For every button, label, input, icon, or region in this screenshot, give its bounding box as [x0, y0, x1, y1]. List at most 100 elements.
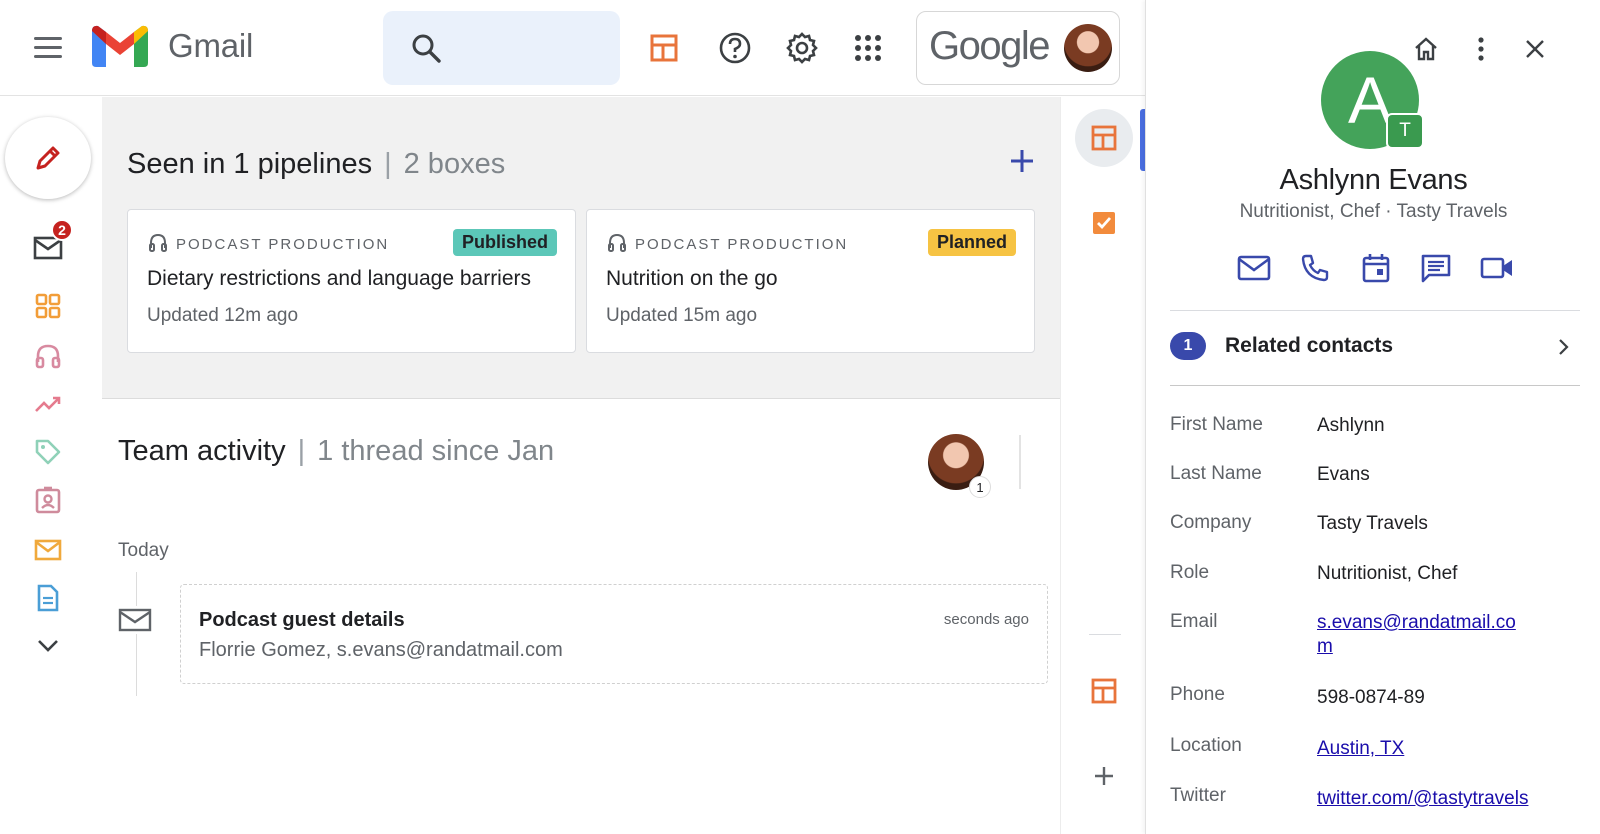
- field-value-location[interactable]: Austin, TX: [1317, 737, 1537, 761]
- pipelines-box-count: 2 boxes: [403, 148, 506, 180]
- account-switcher[interactable]: Google: [916, 11, 1120, 85]
- mail-icon: [118, 606, 152, 634]
- field-value-email[interactable]: s.evans@randatmail.com: [1317, 611, 1527, 659]
- related-contacts-label: Related contacts: [1225, 334, 1394, 357]
- stage-badge: Published: [452, 229, 557, 256]
- home-button[interactable]: [1409, 32, 1443, 66]
- trends-nav[interactable]: [27, 387, 69, 421]
- checkbox-icon: [1093, 212, 1115, 234]
- crm-panel-button[interactable]: [1075, 109, 1133, 167]
- close-panel-button[interactable]: [1518, 32, 1552, 66]
- stage-badge: Planned: [927, 229, 1016, 256]
- apps-grid-icon[interactable]: [847, 27, 889, 69]
- pipelines-title: Seen in 1 pipelines: [127, 148, 373, 180]
- team-member-count: 1: [969, 476, 991, 498]
- pipeline-name: PODCAST PRODUCTION: [176, 236, 390, 253]
- team-activity-title: Team activity: [118, 435, 286, 467]
- message-contact-button[interactable]: [1416, 248, 1456, 288]
- field-value-first-name[interactable]: Ashlynn: [1317, 414, 1537, 438]
- field-label-first-name: First Name: [1170, 414, 1263, 435]
- plus-icon: [1095, 767, 1113, 785]
- gear-icon[interactable]: [781, 27, 823, 69]
- left-rail: 2: [0, 97, 100, 834]
- app-name: Gmail: [168, 27, 254, 64]
- pipeline-name: PODCAST PRODUCTION: [635, 236, 849, 253]
- pipelines-section: Seen in 1 pipelines | 2 boxes PODCAST PROD…: [102, 97, 1060, 399]
- thread-subject: Podcast guest details: [199, 609, 405, 631]
- top-bar: Gmail Google: [0, 0, 1145, 96]
- field-label-company: Company: [1170, 512, 1252, 533]
- search-input[interactable]: [383, 11, 620, 85]
- help-icon[interactable]: [714, 27, 756, 69]
- field-label-role: Role: [1170, 562, 1210, 583]
- headphones-icon: [608, 233, 626, 252]
- field-value-twitter[interactable]: twitter.com/@tastytravels: [1317, 787, 1577, 811]
- close-icon: [1526, 40, 1544, 58]
- chevron-down-icon: [38, 640, 58, 652]
- chevron-right-icon: [1559, 339, 1569, 355]
- field-label-twitter: Twitter: [1170, 785, 1226, 806]
- compose-button[interactable]: [5, 117, 91, 199]
- gmail-logo[interactable]: [92, 25, 148, 67]
- divider: [1170, 310, 1580, 311]
- more-nav[interactable]: [27, 629, 69, 663]
- pipeline-shortcut-button[interactable]: [1075, 662, 1133, 720]
- add-box-button[interactable]: [1006, 145, 1038, 177]
- user-avatar[interactable]: [1064, 24, 1112, 72]
- field-value-last-name[interactable]: Evans: [1317, 463, 1537, 487]
- contact-name: Ashlynn Evans: [1279, 164, 1468, 196]
- inbox-unread-badge: 2: [51, 219, 73, 241]
- schedule-meeting-button[interactable]: [1356, 248, 1396, 288]
- document-icon: [37, 584, 59, 612]
- date-group-label: Today: [118, 540, 169, 561]
- more-options-button[interactable]: [1464, 32, 1498, 66]
- thread-time: seconds ago: [943, 611, 1029, 628]
- pipeline-view-icon[interactable]: [643, 27, 685, 69]
- contact-panel: A T Ashlynn Evans Nutritionist, Chef · T…: [1145, 0, 1600, 834]
- box-updated: Updated 15m ago: [606, 305, 758, 326]
- add-addon-button[interactable]: [1075, 747, 1133, 805]
- field-value-role[interactable]: Nutritionist, Chef: [1317, 562, 1537, 586]
- headphones-icon: [35, 344, 61, 369]
- team-activity-summary: 1 thread since Jan: [317, 435, 555, 467]
- thread-participants: Florrie Gomez, s.evans@randatmail.com: [199, 639, 563, 661]
- home-icon: [1415, 37, 1437, 61]
- dashboard-nav[interactable]: [27, 289, 69, 323]
- box-updated: Updated 12m ago: [147, 305, 299, 326]
- grid-icon: [35, 293, 61, 319]
- box-card[interactable]: PODCAST PRODUCTION Planned Nutrition on …: [586, 209, 1035, 353]
- team-activity-section: Team activity | 1 thread since Jan 1 Today…: [102, 400, 1060, 834]
- podcast-nav[interactable]: [27, 339, 69, 373]
- documents-nav[interactable]: [27, 581, 69, 615]
- phone-icon: [1301, 254, 1329, 282]
- email-contact-button[interactable]: [1234, 248, 1274, 288]
- search-icon: [412, 34, 441, 63]
- thread-item[interactable]: Podcast guest details Florrie Gomez, s.e…: [180, 584, 1048, 684]
- contact-card-icon: [35, 486, 61, 514]
- field-label-location: Location: [1170, 735, 1242, 756]
- tags-nav[interactable]: [27, 435, 69, 469]
- side-strip: [1060, 97, 1145, 834]
- team-activity-heading: Team activity | 1 thread since Jan: [118, 435, 555, 467]
- box-card[interactable]: PODCAST PRODUCTION Published Dietary res…: [127, 209, 576, 353]
- field-value-phone[interactable]: 598-0874-89: [1317, 686, 1537, 710]
- pipeline-view-icon: [1091, 125, 1117, 151]
- timeline-line: [136, 572, 137, 696]
- more-vert-icon: [1478, 37, 1484, 61]
- video-camera-icon: [1480, 257, 1512, 279]
- company-badge: T: [1386, 113, 1424, 149]
- main-menu-button[interactable]: [28, 31, 68, 65]
- related-contacts-row[interactable]: 1 Related contacts: [1170, 312, 1580, 382]
- pipelines-heading: Seen in 1 pipelines | 2 boxes: [127, 148, 506, 180]
- pencil-icon: [36, 146, 60, 170]
- field-label-last-name: Last Name: [1170, 463, 1262, 484]
- video-call-button[interactable]: [1477, 248, 1517, 288]
- tag-icon: [35, 439, 61, 465]
- headphones-icon: [149, 233, 167, 252]
- box-title: Dietary restrictions and language barrie…: [147, 267, 532, 290]
- mail-tracking-nav[interactable]: [27, 533, 69, 567]
- tasks-button[interactable]: [1075, 194, 1133, 252]
- call-contact-button[interactable]: [1295, 248, 1335, 288]
- contacts-nav[interactable]: [27, 483, 69, 517]
- field-value-company[interactable]: Tasty Travels: [1317, 512, 1537, 536]
